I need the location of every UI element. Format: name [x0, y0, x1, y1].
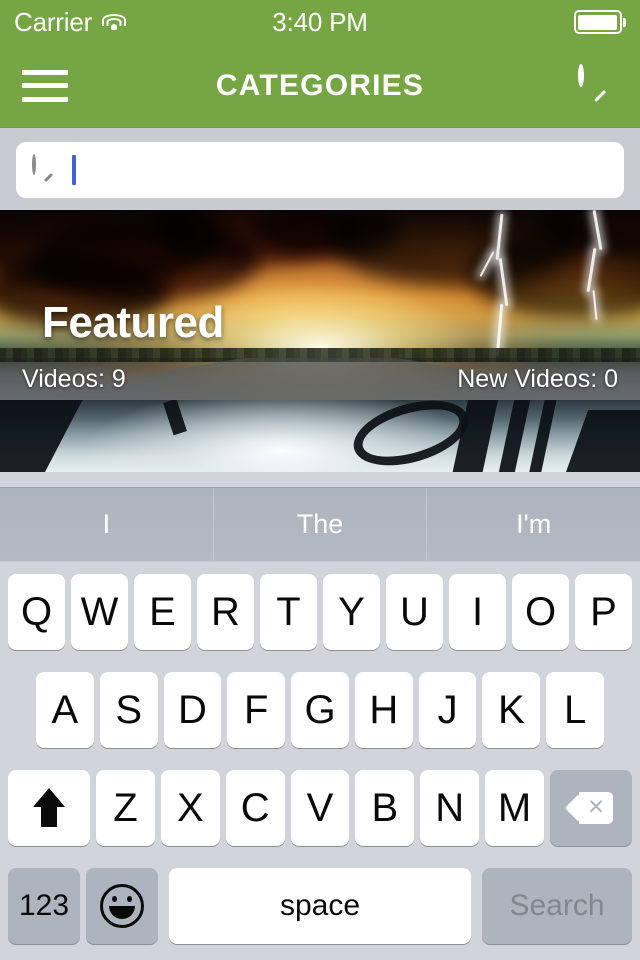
key-h[interactable]: H [354, 672, 413, 748]
key-q[interactable]: Q [8, 574, 65, 650]
text-caret [72, 155, 76, 185]
virtual-keyboard: I The I'm Q W E R T Y U I O P A S D F G … [0, 487, 640, 960]
key-g[interactable]: G [291, 672, 349, 748]
category-card-next[interactable] [0, 400, 640, 472]
category-list: Featured Videos: 9 New Videos: 0 [0, 210, 640, 472]
key-t[interactable]: T [260, 574, 317, 650]
key-o[interactable]: O [512, 574, 569, 650]
keyboard-keys: Q W E R T Y U I O P A S D F G H J K L Z … [0, 561, 640, 960]
key-p[interactable]: P [575, 574, 632, 650]
prediction-bar: I The I'm [0, 487, 640, 561]
status-bar: Carrier 3:40 PM [0, 0, 640, 44]
backspace-delete-icon: ✕ [569, 792, 614, 824]
key-c[interactable]: C [225, 770, 285, 846]
app-screen: Carrier 3:40 PM CATEGORIES Featured Vide… [0, 0, 640, 960]
search-field-icon [32, 154, 60, 184]
search-bar-container [0, 128, 640, 210]
key-a[interactable]: A [35, 672, 94, 748]
key-v[interactable]: V [290, 770, 350, 846]
key-x[interactable]: X [160, 770, 220, 846]
hamburger-menu-icon[interactable] [22, 69, 68, 102]
key-b[interactable]: B [355, 770, 415, 846]
prediction-candidate-2[interactable]: The [212, 488, 427, 561]
card-new-videos-count: New Videos: 0 [457, 364, 618, 393]
prediction-candidate-1[interactable]: I [0, 488, 213, 561]
shift-key[interactable] [8, 770, 90, 846]
keyboard-row-1: Q W E R T Y U I O P [5, 574, 635, 650]
space-key[interactable]: space [169, 868, 471, 944]
key-n[interactable]: N [420, 770, 480, 846]
search-return-key[interactable]: Search [482, 868, 632, 944]
navigation-bar: CATEGORIES [0, 44, 640, 128]
key-e[interactable]: E [134, 574, 191, 650]
keyboard-row-4: 123 space Search [5, 868, 635, 944]
key-w[interactable]: W [71, 574, 128, 650]
card-videos-count: Videos: 9 [22, 364, 126, 393]
keyboard-row-2: A S D F G H J K L [5, 672, 635, 748]
emoji-key[interactable] [86, 868, 158, 944]
numbers-key[interactable]: 123 [8, 868, 80, 944]
key-d[interactable]: D [163, 672, 222, 748]
category-card-featured[interactable]: Featured Videos: 9 New Videos: 0 [0, 210, 640, 400]
card-artwork-2 [0, 400, 640, 472]
key-m[interactable]: M [485, 770, 545, 846]
emoji-smiley-icon [100, 884, 144, 928]
backspace-key[interactable]: ✕ [550, 770, 633, 846]
search-icon[interactable] [574, 63, 618, 108]
card-title: Featured [42, 298, 224, 347]
key-z[interactable]: Z [96, 770, 155, 846]
clock-label: 3:40 PM [272, 6, 368, 37]
key-r[interactable]: R [197, 574, 254, 650]
key-y[interactable]: Y [323, 574, 380, 650]
key-k[interactable]: K [482, 672, 541, 748]
key-j[interactable]: J [418, 672, 477, 748]
key-f[interactable]: F [227, 672, 286, 748]
card-meta-bar: Videos: 9 New Videos: 0 [0, 358, 640, 400]
prediction-candidate-3[interactable]: I'm [426, 488, 640, 561]
key-s[interactable]: S [99, 672, 158, 748]
page-title: CATEGORIES [215, 68, 425, 102]
search-input[interactable] [16, 142, 624, 198]
key-u[interactable]: U [386, 574, 443, 650]
keyboard-row-3: Z X C V B N M ✕ [5, 770, 635, 846]
key-l[interactable]: L [546, 672, 605, 748]
key-i[interactable]: I [449, 574, 506, 650]
